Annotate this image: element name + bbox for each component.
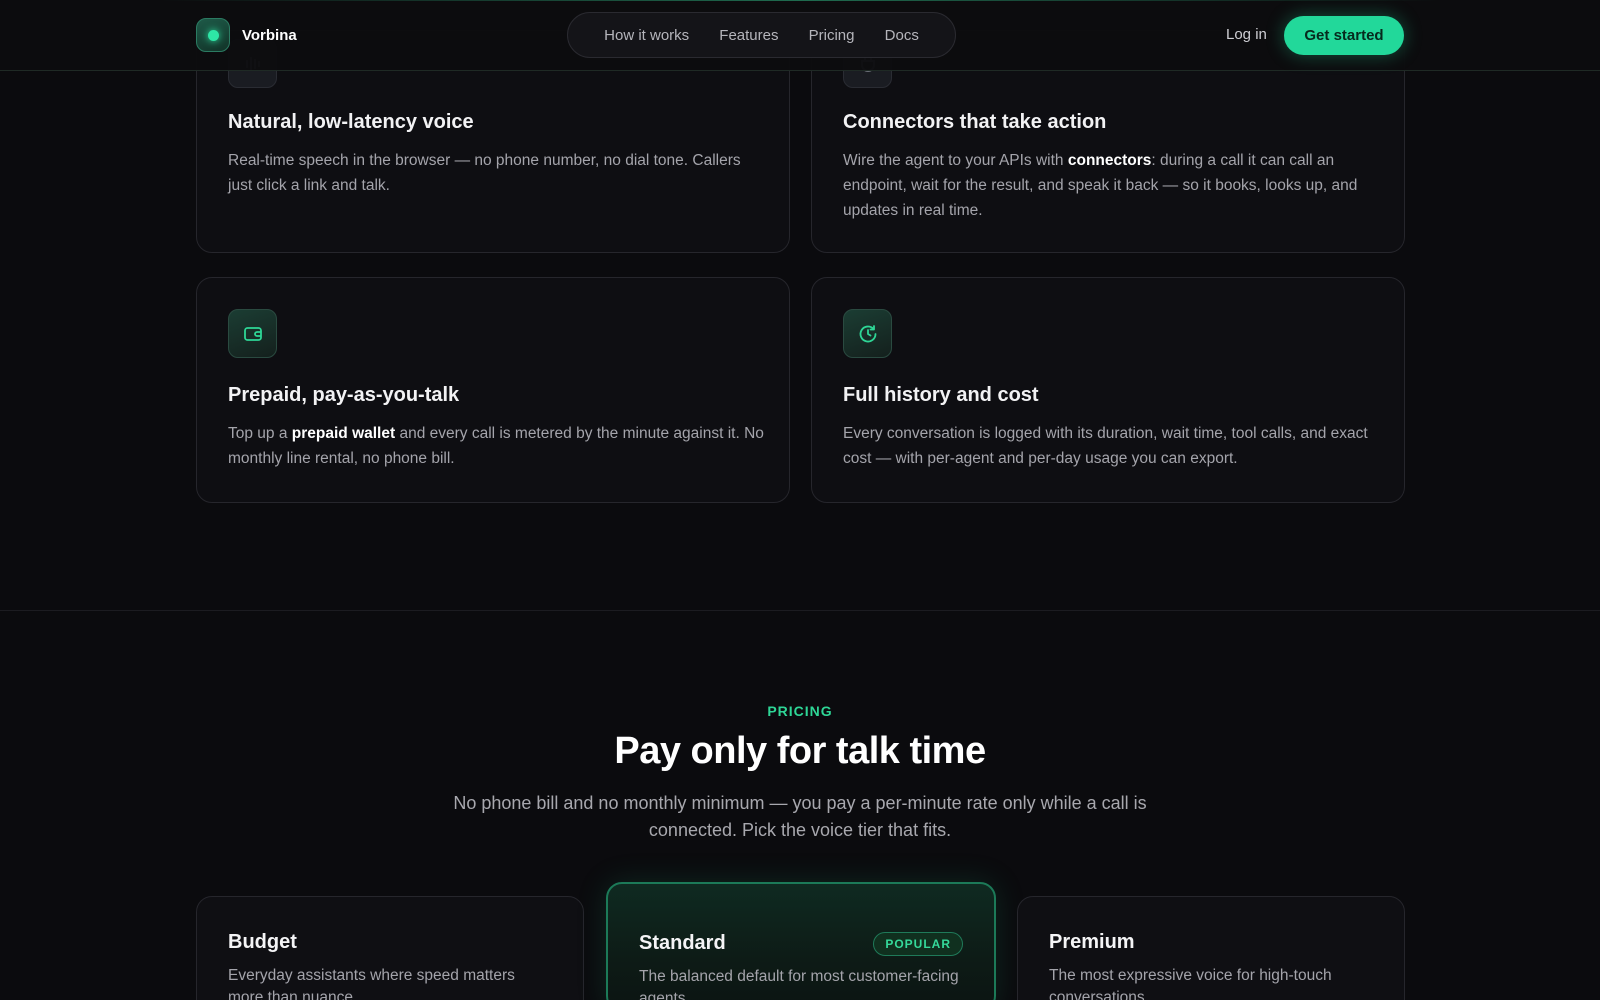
brand-name: Vorbina <box>242 26 297 44</box>
tier-name: Standard <box>639 932 726 954</box>
tier-description: The most expressive voice for high-touch… <box>1049 967 1332 1000</box>
get-started-button[interactable]: Get started <box>1284 16 1404 55</box>
feature-description: Top up a prepaid wallet and every call i… <box>228 425 764 467</box>
feature-description: Wire the agent to your APIs with connect… <box>843 152 1358 219</box>
nav-accent-line <box>0 0 1600 1</box>
feature-title: Prepaid, pay-as-you-talk <box>228 384 460 406</box>
logo-icon <box>196 18 230 52</box>
feature-title: Connectors that take action <box>843 111 1107 133</box>
feature-title: Natural, low-latency voice <box>228 111 474 133</box>
nav-link-how-it-works[interactable]: How it works <box>604 27 689 44</box>
section-eyebrow: PRICING <box>767 703 833 719</box>
nav-link-features[interactable]: Features <box>719 27 778 44</box>
tier-name: Premium <box>1049 931 1135 953</box>
login-link[interactable]: Log in <box>1226 26 1267 43</box>
section-subtitle: No phone bill and no monthly minimum — y… <box>453 793 1147 840</box>
pricing-card-premium[interactable]: Premium The most expressive voice for hi… <box>1017 896 1405 1000</box>
history-icon <box>843 309 892 358</box>
top-nav: Vorbina How it works Features Pricing Do… <box>0 0 1600 71</box>
popular-badge: POPULAR <box>873 932 963 956</box>
brand-logo[interactable]: Vorbina <box>196 18 297 52</box>
nav-links: How it works Features Pricing Docs <box>567 12 956 58</box>
tier-description: The balanced default for most customer-f… <box>639 968 959 1000</box>
nav-link-pricing[interactable]: Pricing <box>809 27 855 44</box>
nav-link-docs[interactable]: Docs <box>885 27 919 44</box>
feature-card-history: Full history and cost Every conversation… <box>811 277 1405 503</box>
feature-description: Every conversation is logged with its du… <box>843 425 1368 467</box>
section-divider <box>0 610 1600 611</box>
pricing-card-budget[interactable]: Budget Everyday assistants where speed m… <box>196 896 584 1000</box>
section-title: Pay only for talk time <box>614 730 986 772</box>
tier-name: Budget <box>228 931 297 953</box>
pricing-card-standard[interactable]: Standard POPULAR The balanced default fo… <box>606 882 996 1000</box>
feature-title: Full history and cost <box>843 384 1039 406</box>
tier-description: Everyday assistants where speed matters … <box>228 967 515 1000</box>
feature-description: Real-time speech in the browser — no pho… <box>228 152 741 194</box>
feature-card-wallet: Prepaid, pay-as-you-talk Top up a prepai… <box>196 277 790 503</box>
wallet-icon <box>228 309 277 358</box>
